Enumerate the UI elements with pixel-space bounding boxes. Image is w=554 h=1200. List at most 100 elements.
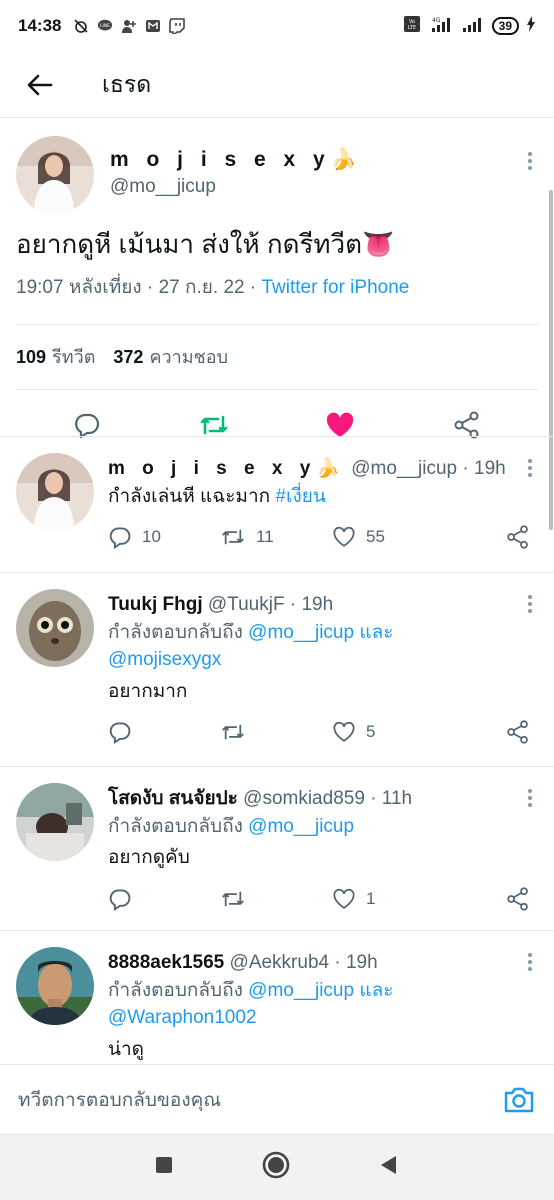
person-add-icon [121,18,137,34]
reply-text: อยากมาก [108,680,188,702]
reply-icon [109,527,131,550]
tweet-meta: 19:07 หลังเที่ยง · 27 ก.ย. 22 · Twitter … [0,262,554,302]
mention-link[interactable]: @Waraphon1002 [108,1007,257,1028]
page-title: เธรด [102,70,152,97]
avatar[interactable] [16,453,94,531]
back-button[interactable] [20,65,60,105]
share-button[interactable] [506,887,530,911]
avatar[interactable] [16,783,94,861]
reply-tweet[interactable]: 8888aek1565 @Aekkrub4 · 19h กำลังตอบกลับ… [0,930,554,1064]
volte-icon: Vo LTE [403,15,421,38]
more-options-icon[interactable] [528,152,532,170]
reply-author-handle[interactable]: @mo__jicup [351,458,457,479]
heart-icon [333,526,355,547]
replying-to: กำลังตอบกลับถึง @mo__jicup และ @mojisexyg… [108,621,394,671]
retweet-button[interactable] [220,720,332,744]
reply-author-name[interactable]: m o j i s e x y🍌 [108,458,346,479]
home-button[interactable] [261,1150,291,1185]
reply-author-handle[interactable]: @Aekkrub4 [230,952,330,973]
avatar[interactable] [16,136,94,214]
reply-time: · 19h [334,952,378,973]
user-handle[interactable]: @mo__jicup [110,176,363,198]
retweet-icon [222,724,244,740]
reply-input[interactable]: ทวีตการตอบกลับของคุณ [18,1085,502,1115]
retweet-stat[interactable]: 109 รีทวีต [16,342,95,371]
like-stat[interactable]: 372 ความชอบ [113,342,228,371]
reply-icon [75,413,100,438]
replying-to: กำลังตอบกลับถึง @mo__jicup [108,815,355,837]
tweet-source-link[interactable]: Twitter for iPhone [262,277,410,298]
share-icon [454,411,479,439]
tweet-text: อยากดูหี เม้นมา ส่งให้ กดรีทวีต👅 [16,229,395,259]
share-icon [507,887,528,911]
reply-tweet[interactable]: Tuukj Fhgj @TuukjF · 19h กำลังตอบกลับถึง… [0,572,554,766]
share-icon [507,525,528,549]
recent-apps-button[interactable] [154,1155,174,1180]
reply-tweet[interactable]: m o j i s e x y🍌 @mo__jicup · 19h กำลังเ… [0,436,554,572]
reply-time: · 19h [289,594,334,615]
retweet-icon [222,891,244,907]
like-button[interactable]: 1 [332,887,444,911]
status-time: 14:38 [18,16,62,35]
alarm-off-icon [73,18,89,34]
reply-button[interactable]: 10 [108,525,220,550]
avatar[interactable] [16,947,94,1025]
share-button[interactable] [506,720,530,744]
charging-icon [526,15,536,38]
like-button[interactable]: 5 [332,720,444,744]
reply-author-name[interactable]: Tuukj Fhgj [108,594,203,615]
svg-text:LINE: LINE [101,23,111,29]
like-button[interactable]: 55 [332,525,444,549]
reply-button[interactable] [108,720,220,745]
heart-icon [333,722,355,743]
reply-button[interactable] [108,887,220,911]
reply-icon [109,722,131,745]
reply-header: 8888aek1565 @Aekkrub4 · 19h [108,949,538,977]
tweet-stats: 109 รีทวีต 372 ความชอบ [0,325,554,389]
display-name[interactable]: m o j i s e x y🍌 [110,148,363,172]
share-button[interactable] [506,525,530,549]
twitch-icon [169,18,186,34]
reply-actions: 5 [108,715,538,749]
square-icon [155,1157,172,1173]
mention-link[interactable]: @mojisexygx [108,649,221,670]
reply-time: · 11h [370,788,413,809]
camera-button[interactable] [502,1083,536,1117]
more-options-icon[interactable] [528,595,532,613]
svg-text:4G: 4G [432,17,441,24]
notification-icons: LINE [73,18,186,34]
triangle-back-icon [381,1156,397,1174]
thread-header: เธรด [0,52,554,118]
reply-author-name[interactable]: โสดงับ สนจัยปะ [108,788,238,809]
more-options-icon[interactable] [528,459,532,477]
reply-header: โสดงับ สนจัยปะ @somkiad859 · 11h [108,785,538,813]
mention-link[interactable]: @mo__jicup [248,816,354,837]
system-nav-bar [0,1134,554,1200]
reply-actions: 10 11 55 [108,520,538,554]
share-icon [507,720,528,744]
reply-author-handle[interactable]: @TuukjF [208,594,285,615]
signal-4g-icon: 4G [428,15,454,38]
reply-author-name[interactable]: 8888aek1565 [108,952,224,973]
heart-filled-icon [327,412,354,437]
line-icon: LINE [97,18,113,34]
battery-indicator: 39 [491,17,519,35]
back-nav-button[interactable] [378,1154,400,1181]
reply-actions: 1 [108,882,538,916]
retweet-button[interactable]: 11 [220,525,332,549]
signal-icon [461,15,485,38]
hashtag-link[interactable]: #เงี่ยน [275,486,325,507]
gmail-icon [145,18,161,34]
mention-link[interactable]: @mo__jicup [248,980,354,1001]
reply-author-handle[interactable]: @somkiad859 [243,788,365,809]
more-options-icon[interactable] [528,789,532,807]
system-icons: Vo LTE 4G 39 [403,15,536,38]
mention-link[interactable]: @mo__jicup [248,622,354,643]
retweet-button[interactable] [220,887,332,911]
reply-tweet[interactable]: โสดงับ สนจัยปะ @somkiad859 · 11h กำลังตอ… [0,766,554,930]
tweet-timestamp: 19:07 หลังเที่ยง · 27 ก.ย. 22 · [16,276,262,298]
avatar[interactable] [16,589,94,667]
retweet-icon [222,529,244,545]
more-options-icon[interactable] [528,953,532,971]
reply-compose-bar: ทวีตการตอบกลับของคุณ [0,1064,554,1134]
